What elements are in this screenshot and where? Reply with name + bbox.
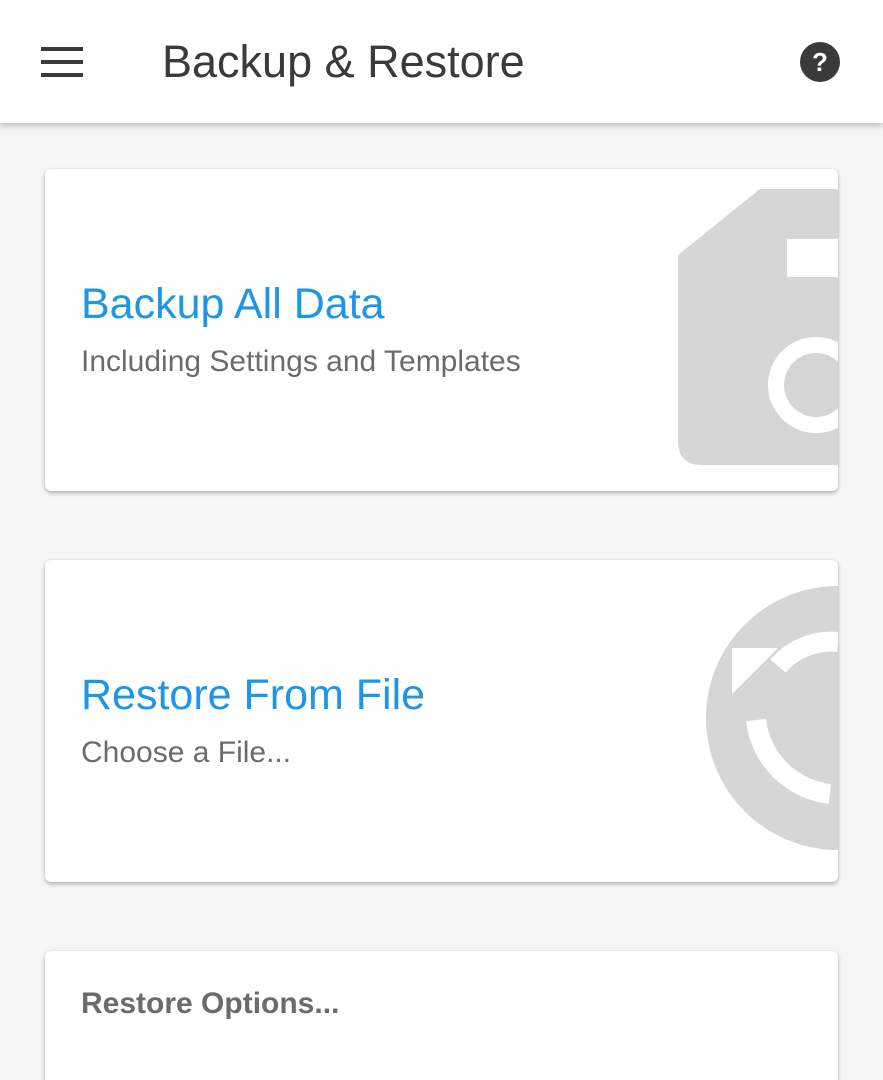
main-content: Backup All Data Including Settings and T… [0,123,883,1080]
restore-options-heading: Restore Options... [81,987,340,1020]
svg-text:?: ? [812,47,828,77]
restore-card-title: Restore From File [81,671,426,719]
restore-icon [706,586,838,850]
sd-card-backup-icon [678,189,838,465]
app-bar: Backup & Restore ? [0,0,883,123]
help-button[interactable]: ? [780,30,860,94]
page-title: Backup & Restore [162,36,525,87]
help-circle-icon: ? [800,42,840,82]
menu-button[interactable] [22,30,102,94]
hamburger-menu-icon [41,47,83,77]
backup-all-data-card[interactable]: Backup All Data Including Settings and T… [45,169,838,491]
restore-options-card[interactable]: Restore Options... [45,951,838,1080]
restore-from-file-card[interactable]: Restore From File Choose a File... [45,560,838,882]
restore-card-subtitle: Choose a File... [81,736,292,769]
backup-card-subtitle: Including Settings and Templates [81,345,521,378]
backup-card-title: Backup All Data [81,280,385,328]
